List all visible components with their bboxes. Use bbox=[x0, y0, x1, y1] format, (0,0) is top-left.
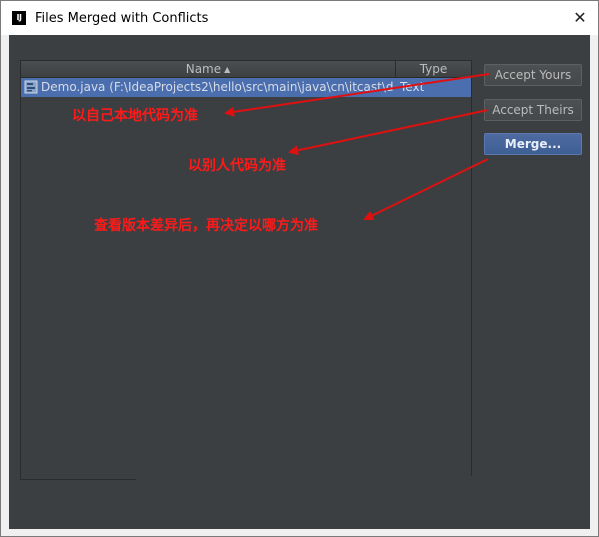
dialog-bottom-area bbox=[136, 476, 556, 528]
intellij-app-icon: IJ bbox=[12, 11, 26, 25]
file-type-cell: Text bbox=[400, 80, 425, 94]
table-header: Name ▲ Type bbox=[21, 61, 471, 78]
column-header-name-label: Name bbox=[185, 62, 222, 76]
dialog-title: Files Merged with Conflicts bbox=[35, 11, 209, 26]
annotation-accept-theirs: 以别人代码为准 bbox=[188, 158, 286, 174]
java-file-icon bbox=[24, 80, 38, 94]
dialog-window: IJ Files Merged with Conflicts ✕ Name ▲ T… bbox=[0, 0, 599, 537]
annotation-merge: 查看版本差异后，再决定以哪方为准 bbox=[94, 218, 318, 234]
column-header-type[interactable]: Type bbox=[396, 61, 471, 77]
merge-button[interactable]: Merge... bbox=[484, 133, 582, 155]
accept-theirs-button[interactable]: Accept Theirs bbox=[484, 99, 582, 121]
table-row[interactable]: Demo.java (F:\IdeaProjects2\hello\src\ma… bbox=[21, 78, 471, 97]
sort-ascending-icon: ▲ bbox=[224, 65, 231, 74]
file-name-cell: Demo.java (F:\IdeaProjects2\hello\src\ma… bbox=[41, 80, 393, 94]
accept-yours-button[interactable]: Accept Yours bbox=[484, 64, 582, 86]
title-bar: IJ Files Merged with Conflicts ✕ bbox=[1, 1, 598, 35]
column-header-name[interactable]: Name ▲ bbox=[21, 61, 396, 77]
close-button[interactable]: ✕ bbox=[568, 7, 592, 29]
annotation-accept-yours: 以自己本地代码为准 bbox=[72, 108, 198, 124]
